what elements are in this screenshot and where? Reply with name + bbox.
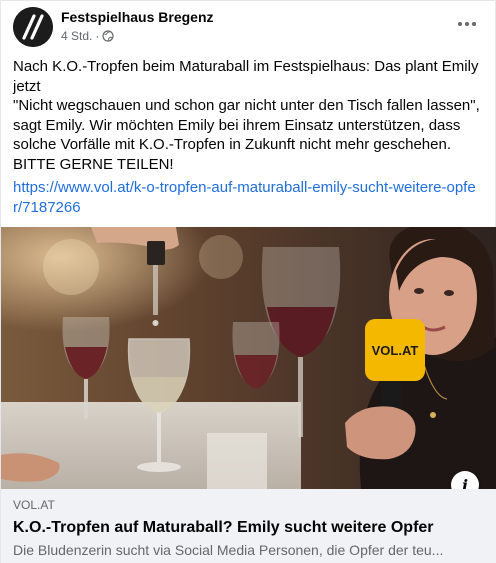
more-options-icon[interactable] bbox=[453, 13, 481, 35]
post-body-text: Nach K.O.-Tropfen beim Maturaball im Fes… bbox=[13, 57, 483, 174]
facebook-post-card: Festspielhaus Bregenz 4 Std. · Nach K.O.… bbox=[0, 0, 496, 563]
post-text-line: "Nicht wegschauen und schon gar nicht un… bbox=[13, 97, 480, 153]
preview-title[interactable]: K.O.-Tropfen auf Maturaball? Emily sucht… bbox=[13, 517, 485, 539]
post-text-line: BITTE GERNE TEILEN! bbox=[13, 155, 174, 173]
link-preview[interactable]: VOL.AT K.O.-Tropfen auf Maturaball? Emil… bbox=[1, 489, 496, 563]
globe-icon[interactable] bbox=[102, 30, 114, 42]
post-timestamp[interactable]: 4 Std. bbox=[61, 29, 92, 43]
page-avatar[interactable] bbox=[13, 7, 53, 47]
slash-logo-icon bbox=[13, 7, 53, 47]
preview-domain: VOL.AT bbox=[13, 498, 55, 512]
article-url-link[interactable]: https://www.vol.at/k-o-tropfen-auf-matur… bbox=[13, 178, 483, 217]
interview-photo: VOL.AT bbox=[1, 227, 496, 489]
post-meta: 4 Std. · bbox=[61, 29, 114, 43]
post-header: Festspielhaus Bregenz 4 Std. · bbox=[13, 7, 485, 49]
post-text-line: Nach K.O.-Tropfen beim Maturaball im Fes… bbox=[13, 58, 479, 95]
preview-description: Die Bludenzerin sucht via Social Media P… bbox=[13, 542, 444, 558]
mic-flag-label: VOL.AT bbox=[372, 343, 419, 358]
page-name-link[interactable]: Festspielhaus Bregenz bbox=[61, 9, 214, 25]
article-image[interactable]: VOL.AT bbox=[1, 227, 496, 489]
meta-separator: · bbox=[95, 29, 100, 43]
